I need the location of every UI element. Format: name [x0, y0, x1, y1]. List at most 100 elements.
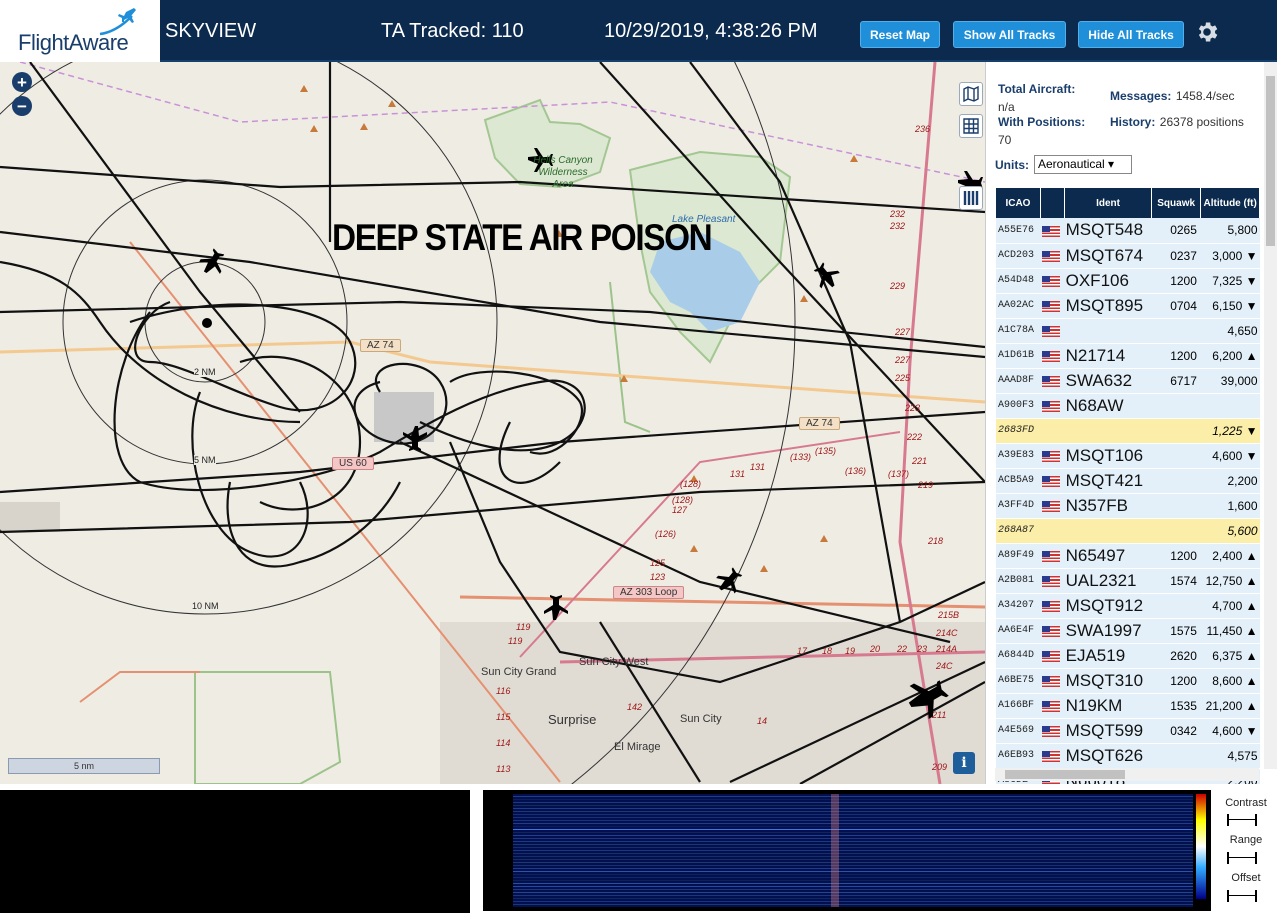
ident-cell: SWA632: [1064, 368, 1152, 394]
sidebar-horizontal-scrollbar[interactable]: [995, 768, 1259, 781]
spectrogram-band: [513, 886, 1193, 887]
table-row[interactable]: A6EB93 MSQT626 4,575: [996, 743, 1260, 769]
table-row[interactable]: A54D48 OXF106 1200 7,325 ▼: [996, 268, 1260, 294]
table-row[interactable]: A4E569 MSQT599 0342 4,600 ▼: [996, 718, 1260, 744]
table-row[interactable]: A55E76 MSQT548 0265 5,800: [996, 218, 1260, 244]
ident-cell: OXF106: [1064, 268, 1152, 294]
table-row[interactable]: ACB5A9 MSQT421 2,200: [996, 468, 1260, 494]
icao-cell: AA02AC: [996, 293, 1041, 319]
icao-cell: ACD203: [996, 243, 1041, 269]
info-icon[interactable]: i: [953, 752, 975, 774]
table-row[interactable]: AAAD8F SWA632 6717 39,000: [996, 368, 1260, 394]
us-flag-icon: [1042, 750, 1061, 762]
zoom-out-button[interactable]: −: [12, 96, 32, 116]
spectrogram-band: [513, 826, 1193, 827]
map-scale-bar: 5 nm: [8, 758, 160, 774]
table-row[interactable]: A6844D EJA519 2620 6,375 ▲: [996, 643, 1260, 669]
spectrogram-band: [513, 823, 1193, 824]
sidebar-vertical-scrollbar[interactable]: [1264, 62, 1277, 769]
svg-text:20: 20: [869, 644, 880, 654]
table-row[interactable]: A1D61B N21714 1200 6,200 ▲: [996, 343, 1260, 369]
units-label: Units:: [995, 158, 1029, 172]
spectrogram-band: [513, 904, 1193, 905]
offset-slider[interactable]: [1227, 890, 1257, 902]
col-altitude[interactable]: Altitude (ft): [1200, 188, 1260, 218]
table-row[interactable]: A34207 MSQT912 4,700 ▲: [996, 593, 1260, 619]
svg-text:(133): (133): [790, 452, 811, 462]
reset-map-button[interactable]: Reset Map: [860, 21, 940, 48]
top-header: FlightAware SKYVIEW TA Tracked: 110 10/2…: [0, 0, 1277, 62]
spectrogram-band: [513, 856, 1193, 857]
table-row[interactable]: 2683FD 1,225 ▼: [996, 418, 1260, 444]
table-row[interactable]: A39E83 MSQT106 4,600 ▼: [996, 443, 1260, 469]
table-row[interactable]: AA6E4F SWA1997 1575 11,450 ▲: [996, 618, 1260, 644]
squawk-cell: [1151, 518, 1201, 544]
table-row[interactable]: A3FF4D N357FB 1,600: [996, 493, 1260, 519]
flightaware-logo[interactable]: FlightAware: [0, 0, 160, 62]
svg-text:214C: 214C: [935, 628, 958, 638]
svg-text:215B: 215B: [937, 610, 959, 620]
hide-all-tracks-button[interactable]: Hide All Tracks: [1078, 21, 1184, 48]
icao-cell: A6BE75: [996, 668, 1041, 694]
history-block: History: 26378 positions: [1110, 113, 1260, 131]
place-lake-pleasant: Lake Pleasant: [672, 214, 736, 225]
altitude-cell: 2,200: [1200, 468, 1260, 494]
icao-cell: A900F3: [996, 393, 1041, 419]
col-ident[interactable]: Ident: [1064, 188, 1152, 218]
scroll-thumb[interactable]: [1266, 76, 1275, 246]
squawk-cell: 1200: [1151, 268, 1201, 294]
flag-cell: [1040, 343, 1065, 369]
table-row[interactable]: 268A87 5,600: [996, 518, 1260, 544]
table-row[interactable]: A1C78A 4,650: [996, 318, 1260, 344]
aircraft-sidebar: Total Aircraft: n/a Messages: 1458.4/sec…: [985, 62, 1277, 784]
gear-icon[interactable]: [1194, 19, 1220, 45]
map-view[interactable]: 236 232 232 229 227 227 225 223 222 221 219 218 …: [0, 62, 985, 784]
map-layers-icon[interactable]: [959, 82, 983, 106]
table-row[interactable]: A6BE75 MSQT310 1200 8,600 ▲: [996, 668, 1260, 694]
altitude-cell: 5,600: [1200, 518, 1260, 544]
range-slider[interactable]: [1227, 852, 1257, 864]
table-row[interactable]: A89F49 N65497 1200 2,400 ▲: [996, 543, 1260, 569]
flag-cell: [1040, 643, 1065, 669]
ident-cell: UAL2321: [1064, 568, 1152, 594]
ident-cell: N19KM: [1064, 693, 1152, 719]
svg-text:221: 221: [911, 456, 927, 466]
table-row[interactable]: A2B081 UAL2321 1574 12,750 ▲: [996, 568, 1260, 594]
scroll-thumb-horizontal[interactable]: [1005, 770, 1125, 779]
units-select[interactable]: Aeronautical ▾: [1034, 155, 1132, 174]
col-icao[interactable]: ICAO: [996, 188, 1041, 218]
with-positions-value: 70: [998, 133, 1012, 147]
us-flag-icon: [1042, 500, 1061, 512]
icao-cell: A55E76: [996, 218, 1041, 244]
spectrogram-band: [513, 865, 1193, 866]
us-flag-icon: [1042, 375, 1061, 387]
us-flag-icon: [1042, 300, 1061, 312]
ident-cell: MSQT912: [1064, 593, 1152, 619]
squawk-cell: 1200: [1151, 543, 1201, 569]
table-header-row: ICAO Ident Squawk Altitude (ft): [996, 188, 1260, 218]
us-flag-icon: [1042, 675, 1061, 687]
col-squawk[interactable]: Squawk: [1151, 188, 1202, 218]
squawk-cell: [1151, 443, 1201, 469]
squawk-cell: 0342: [1151, 718, 1201, 744]
table-row[interactable]: A166BF N19KM 1535 21,200 ▲: [996, 693, 1260, 719]
contrast-slider[interactable]: [1227, 814, 1257, 826]
table-row[interactable]: A900F3 N68AW: [996, 393, 1260, 419]
grid-icon[interactable]: [959, 114, 983, 138]
table-row[interactable]: AA02AC MSQT895 0704 6,150 ▼: [996, 293, 1260, 319]
columns-icon[interactable]: [959, 186, 983, 210]
svg-text:113: 113: [496, 764, 510, 774]
us-flag-icon: [1042, 250, 1061, 262]
show-all-tracks-button[interactable]: Show All Tracks: [953, 21, 1066, 48]
svg-text:(128): (128): [672, 495, 693, 505]
ident-cell: MSQT626: [1064, 743, 1152, 769]
icao-cell: A1C78A: [996, 318, 1041, 344]
table-row[interactable]: ACD203 MSQT674 0237 3,000 ▼: [996, 243, 1260, 269]
svg-text:127: 127: [672, 505, 688, 515]
col-flag[interactable]: [1040, 188, 1066, 218]
spectrogram-band: [513, 862, 1193, 863]
zoom-in-button[interactable]: +: [12, 72, 32, 92]
icao-cell: A34207: [996, 593, 1041, 619]
road-az303: AZ 303 Loop: [613, 586, 685, 599]
svg-text:218: 218: [927, 536, 943, 546]
